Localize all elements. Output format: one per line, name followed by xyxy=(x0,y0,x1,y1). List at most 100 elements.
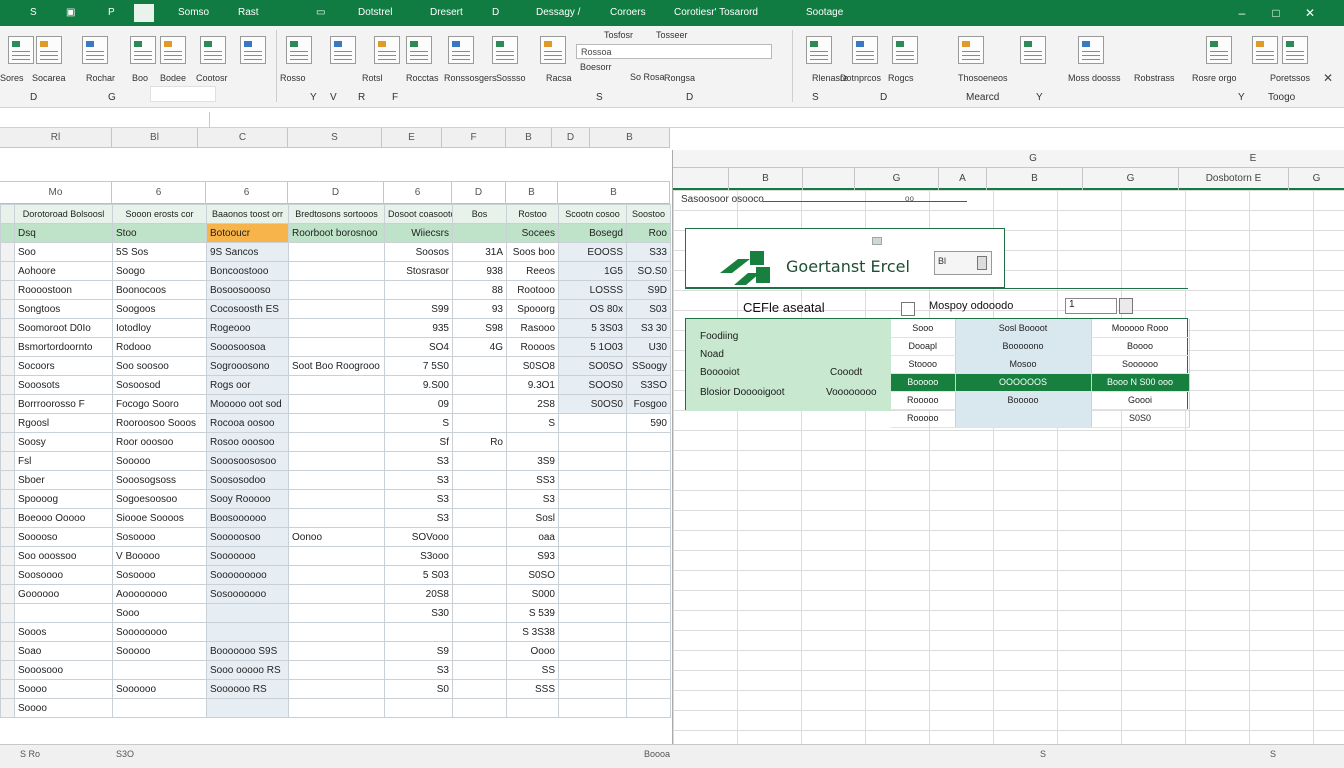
table-cell[interactable]: S000 xyxy=(506,584,559,604)
column-header[interactable]: 6 xyxy=(112,182,206,204)
table-header-cell[interactable]: Scootn cosoo xyxy=(558,204,627,224)
table-cell[interactable] xyxy=(452,603,507,623)
form-cell[interactable]: OOOOOOS xyxy=(955,373,1092,392)
table-cell[interactable]: Sboer xyxy=(14,470,113,490)
table-cell[interactable]: 935 xyxy=(384,318,453,338)
table-cell[interactable]: 5 3S03 xyxy=(558,318,627,338)
table-cell[interactable]: SO4 xyxy=(384,337,453,357)
ribbon-row2-item[interactable]: R xyxy=(358,92,365,103)
table-cell[interactable]: S3SO xyxy=(626,375,671,395)
table-header-cell[interactable]: Sooon erosts cor xyxy=(112,204,207,224)
table-cell[interactable]: S3 xyxy=(506,489,559,509)
table-cell[interactable] xyxy=(452,546,507,566)
table-cell[interactable]: Sosoosod xyxy=(112,375,207,395)
table-cell[interactable] xyxy=(288,508,385,528)
table-cell[interactable] xyxy=(558,698,627,718)
name-box[interactable] xyxy=(0,112,210,128)
table-cell[interactable]: Rgoosl xyxy=(14,413,113,433)
table-cell[interactable] xyxy=(626,489,671,509)
form-cell[interactable]: Rooooo xyxy=(891,391,956,410)
table-cell[interactable]: 93 xyxy=(452,299,507,319)
tab-insert[interactable]: Dotstrel xyxy=(358,7,392,18)
checkbox[interactable] xyxy=(901,302,915,316)
table-cell[interactable]: 590 xyxy=(626,413,671,433)
table-cell[interactable] xyxy=(558,584,627,604)
delete-cells-icon[interactable] xyxy=(1020,36,1046,64)
form-cell[interactable]: Mooooo Rooo xyxy=(1091,319,1190,338)
table-cell[interactable] xyxy=(384,622,453,642)
table-cell[interactable] xyxy=(288,679,385,699)
table-cell[interactable] xyxy=(288,641,385,661)
ribbon-label[interactable]: Rochar xyxy=(86,73,115,83)
column-header[interactable]: E xyxy=(382,128,442,148)
table-cell[interactable] xyxy=(452,584,507,604)
ribbon-label[interactable]: Rosso xyxy=(280,73,306,83)
table-cell[interactable] xyxy=(558,413,627,433)
table-cell[interactable] xyxy=(452,527,507,547)
table-cell[interactable] xyxy=(558,508,627,528)
table-cell[interactable]: 31A xyxy=(452,242,507,262)
format-icon[interactable] xyxy=(36,36,62,64)
table-cell[interactable]: 2S8 xyxy=(506,394,559,414)
form-row[interactable]: Sooo Sosl Boooot Mooooo Rooo xyxy=(891,319,1190,338)
table-cell[interactable]: Fosgoo xyxy=(626,394,671,414)
table-cell[interactable]: Sooooosoo xyxy=(206,527,289,547)
table-cell[interactable]: Soosos xyxy=(384,242,453,262)
table-cell[interactable]: Sosooooooo xyxy=(206,584,289,604)
table-cell[interactable] xyxy=(626,527,671,547)
table-cell[interactable]: Soogo xyxy=(112,261,207,281)
table-cell[interactable]: Soosoooo xyxy=(14,565,113,585)
table-cell[interactable]: Sooooo xyxy=(112,641,207,661)
ribbon-label[interactable]: Ronssosgers xyxy=(444,73,497,83)
table-cell[interactable]: Iotodloy xyxy=(112,318,207,338)
ribbon-label[interactable]: Dotnprcos xyxy=(840,73,881,83)
column-header[interactable]: S xyxy=(288,128,382,148)
table-cell[interactable]: SSoogy xyxy=(626,356,671,376)
table-cell[interactable] xyxy=(288,622,385,642)
ribbon-row2-item[interactable]: Y xyxy=(310,92,317,103)
format-cells-icon[interactable] xyxy=(1078,36,1104,64)
column-header[interactable]: B xyxy=(506,182,558,204)
table-cell[interactable]: Spoooog xyxy=(14,489,113,509)
form-row[interactable]: Rooooo S0S0 xyxy=(891,409,1190,428)
table-cell[interactable]: Sooosoosoa xyxy=(206,337,289,357)
column-header[interactable]: 6 xyxy=(384,182,452,204)
table-cell[interactable] xyxy=(112,698,207,718)
table-cell[interactable] xyxy=(626,698,671,718)
pivot-icon[interactable] xyxy=(448,36,474,64)
ribbon-row2-item[interactable]: D xyxy=(686,92,693,103)
table-cell[interactable]: Rosoo ooosoo xyxy=(206,432,289,452)
table-cell[interactable] xyxy=(558,622,627,642)
column-header[interactable]: C xyxy=(198,128,288,148)
table-cell[interactable]: 9.3O1 xyxy=(506,375,559,395)
table-cell[interactable]: Bosegd xyxy=(558,223,627,243)
ribbon-row2-item[interactable]: D xyxy=(880,92,887,103)
table-cell[interactable]: Soooo xyxy=(14,698,113,718)
table-cell[interactable]: Soososodoo xyxy=(206,470,289,490)
table-cell[interactable]: Rooroosoo Sooos xyxy=(112,413,207,433)
table-cell[interactable]: Oonoo xyxy=(288,527,385,547)
table-cell[interactable]: Sooos xyxy=(14,622,113,642)
form-row[interactable]: Stoooo Mosoo Soooooo xyxy=(891,355,1190,374)
table-cell[interactable]: Borrroorosso F xyxy=(14,394,113,414)
table-cell[interactable] xyxy=(452,508,507,528)
tab-design[interactable]: Dessagy / xyxy=(536,7,580,18)
column-header[interactable] xyxy=(803,168,855,190)
table-cell[interactable]: Rogs oor xyxy=(206,375,289,395)
form-row[interactable]: Rooooo Booooo Goooi xyxy=(891,391,1190,410)
table-cell[interactable]: Soooooo xyxy=(112,679,207,699)
table-cell[interactable]: 9.S00 xyxy=(384,375,453,395)
tab-data[interactable]: Sootage xyxy=(806,7,843,18)
table-cell[interactable] xyxy=(452,451,507,471)
table-cell[interactable] xyxy=(626,432,671,452)
table-cell[interactable]: Wiiecsrs xyxy=(384,223,453,243)
form-row[interactable]: Booooo OOOOOOS Booo N S00 ooo xyxy=(891,373,1190,392)
table-cell[interactable]: Cocosoosth ES xyxy=(206,299,289,319)
row-header[interactable] xyxy=(0,318,15,338)
table-cell[interactable]: Dsq xyxy=(14,223,113,243)
table-cell[interactable] xyxy=(626,508,671,528)
table-cell[interactable] xyxy=(288,413,385,433)
column-header[interactable]: D xyxy=(552,128,590,148)
style-icon[interactable] xyxy=(160,36,186,64)
table-cell[interactable]: S9 xyxy=(384,641,453,661)
